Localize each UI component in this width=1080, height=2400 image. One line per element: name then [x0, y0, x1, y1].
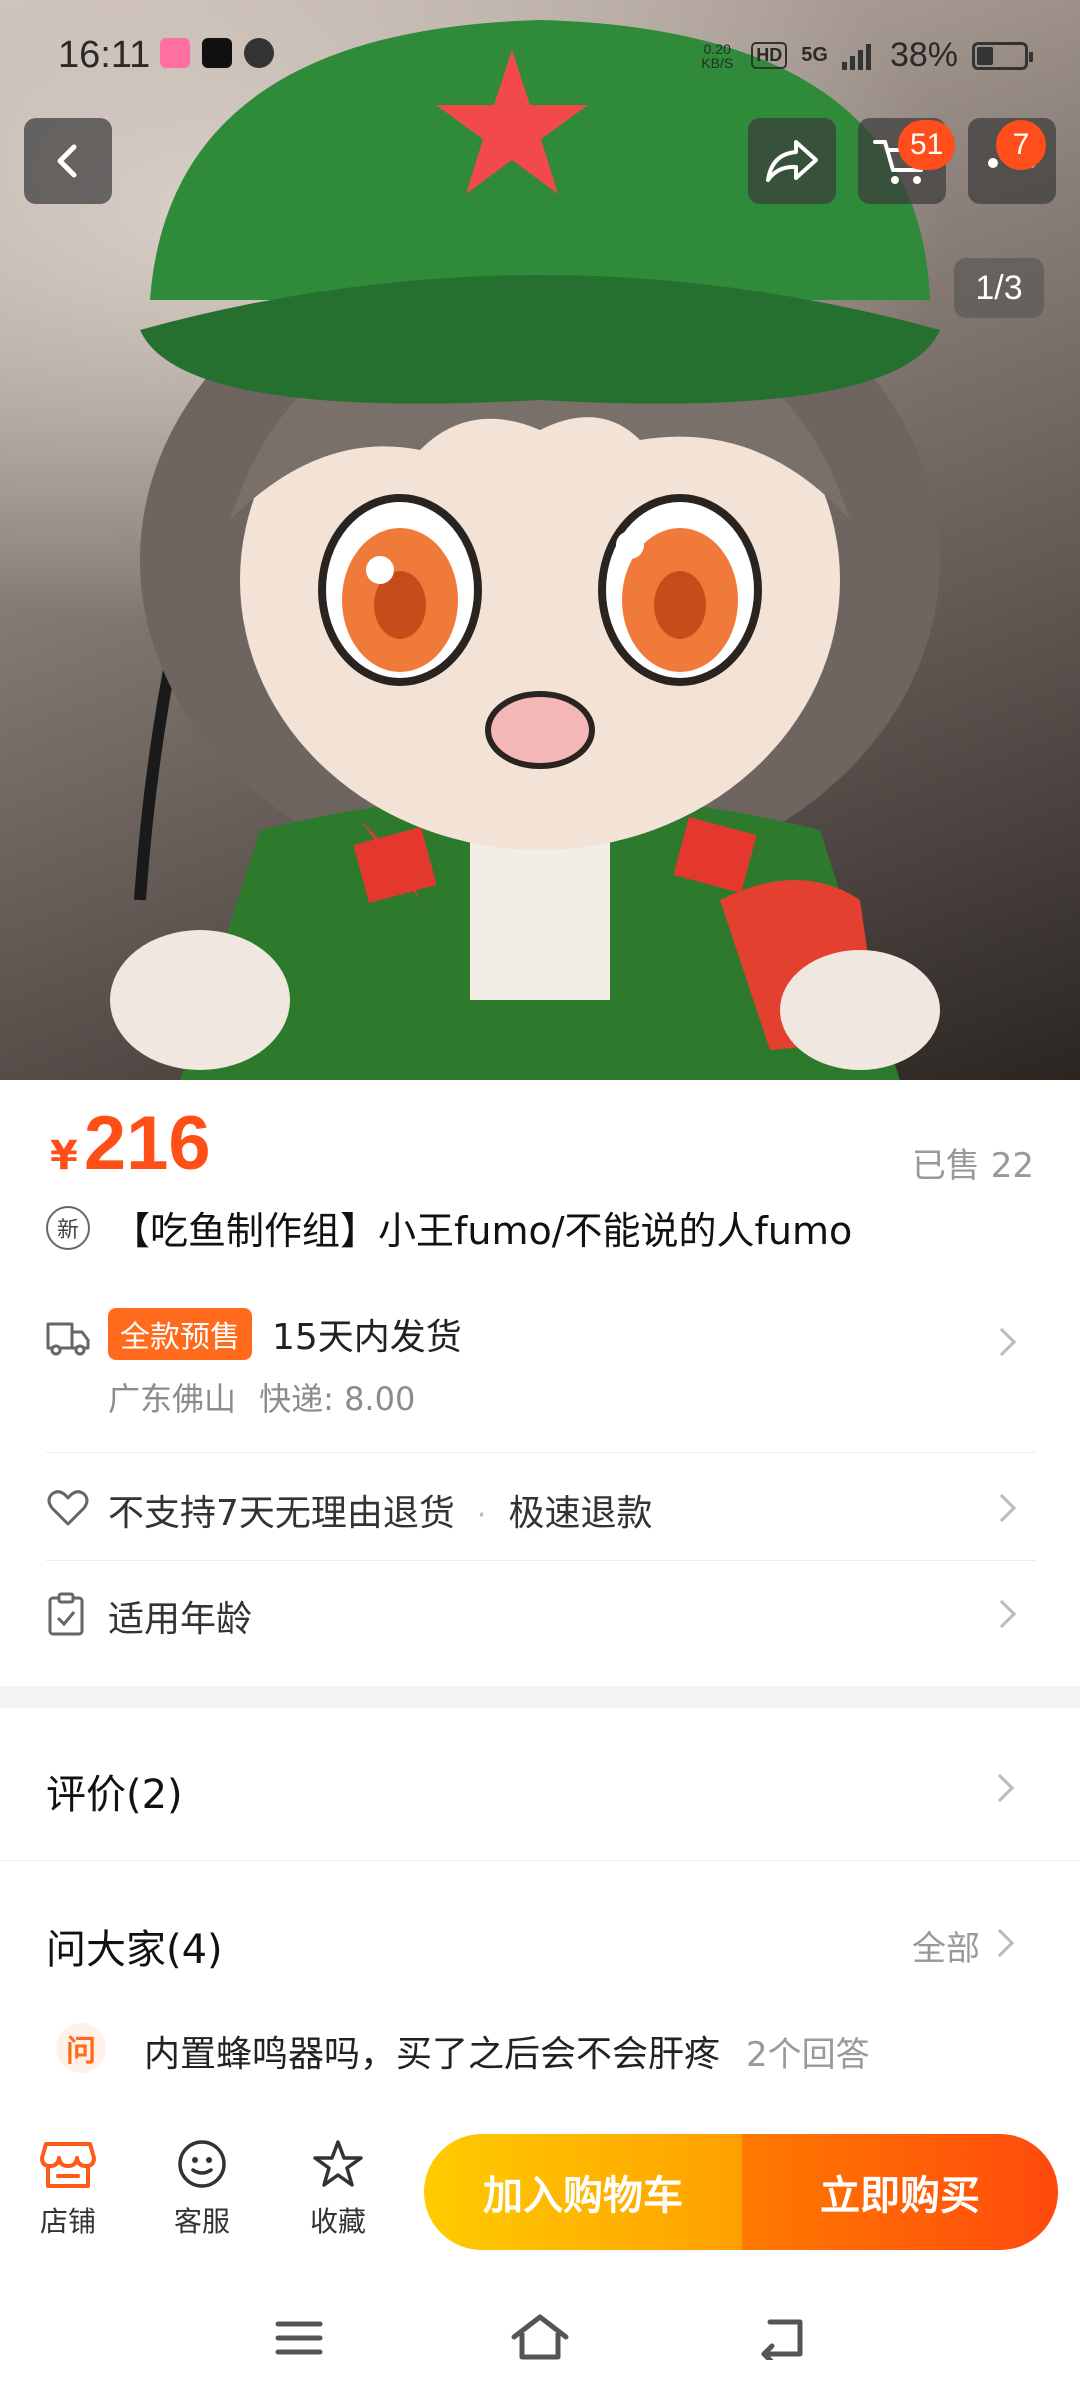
- qa-section: 问大家(4) 全部 问 内置蜂鸣器吗，买了之后会不会肝疼 2个回答: [0, 1861, 1080, 2108]
- reviews-section[interactable]: 评价(2): [0, 1708, 1080, 1860]
- notification-icons: [160, 38, 274, 68]
- lofter-app-icon: [160, 38, 190, 68]
- share-button[interactable]: [748, 118, 836, 204]
- product-title: 【吃鱼制作组】小王fumo/不能说的人fumo: [112, 1209, 853, 1253]
- image-pager: 1/3: [954, 258, 1044, 318]
- sold-count: 已售 22: [911, 1146, 1034, 1186]
- customer-service-button[interactable]: 客服: [152, 2138, 252, 2240]
- age-label: 适用年龄: [108, 1599, 253, 1640]
- signal-icon: [841, 43, 871, 70]
- shipping-main: 全款预售 15天内发货: [108, 1308, 462, 1360]
- ship-origin: 广东佛山: [108, 1380, 237, 1418]
- chevron-right-icon: [987, 1327, 1017, 1357]
- fast-refund: 极速退款: [508, 1493, 653, 1534]
- currency-symbol: ¥: [50, 1133, 78, 1179]
- section-gap: [0, 1686, 1080, 1708]
- bottom-action-bar: 店铺 客服 收藏 加入购物车 立即购买: [0, 2108, 1080, 2278]
- presale-tag: 全款预售: [108, 1308, 252, 1360]
- net-speed: 0.20 KB/S: [697, 42, 737, 70]
- clipboard-icon: [48, 1592, 84, 1636]
- message-count-badge: 7: [996, 120, 1046, 170]
- shipping-row[interactable]: 全款预售 15天内发货 广东佛山 快递: 8.00: [46, 1304, 1036, 1444]
- qa-item[interactable]: 内置蜂鸣器吗，买了之后会不会肝疼 2个回答: [144, 2025, 870, 2077]
- smiley-chat-icon: [178, 2140, 226, 2188]
- price: ¥ 216: [50, 1100, 211, 1187]
- status-bar: 16:11 0.20 KB/S HD 5G 38%: [0, 0, 1080, 120]
- status-time: 16:11: [58, 34, 151, 76]
- buy-now-button[interactable]: 立即购买: [742, 2134, 1058, 2250]
- network-type: 5G: [801, 44, 828, 66]
- star-icon: [313, 2140, 363, 2187]
- menu-nav-button[interactable]: [264, 2308, 334, 2368]
- back-arrow-icon: [761, 2319, 803, 2360]
- back-button[interactable]: [24, 118, 112, 204]
- truck-icon: [46, 1322, 90, 1356]
- returns-text: 不支持7天无理由退货 · 极速退款: [108, 1484, 652, 1536]
- qa-all-link[interactable]: 全部: [912, 1921, 980, 1970]
- price-value: 216: [83, 1101, 211, 1186]
- qa-question: 内置蜂鸣器吗，买了之后会不会肝疼: [144, 2034, 721, 2075]
- chevron-right-icon: [987, 1493, 1017, 1523]
- tiktok-app-icon: [202, 38, 232, 68]
- divider: [46, 1560, 1036, 1561]
- battery-icon: [972, 41, 1033, 70]
- hd-icon: HD: [751, 42, 788, 69]
- express-fee: 快递: 8.00: [259, 1380, 416, 1418]
- qa-answer-count: 2个回答: [746, 2035, 870, 2075]
- shop-label: 店铺: [39, 2205, 96, 2238]
- returns-row[interactable]: 不支持7天无理由退货 · 极速退款: [46, 1458, 1036, 1558]
- wechat-app-icon: [244, 38, 274, 68]
- share-icon: [766, 140, 818, 182]
- service-label: 客服: [173, 2205, 230, 2238]
- menu-icon: [275, 2321, 323, 2355]
- favorite-label: 收藏: [309, 2205, 366, 2238]
- store-icon: [40, 2142, 96, 2188]
- net-speed-unit: KB/S: [701, 54, 734, 71]
- back-nav-button[interactable]: [746, 2308, 816, 2368]
- product-image[interactable]: 16:11 0.20 KB/S HD 5G 38% 51 7 1/3: [0, 0, 1080, 1080]
- shipping-sub: 广东佛山 快递: 8.00: [108, 1374, 415, 1420]
- chevron-right-icon: [985, 1773, 1015, 1803]
- shop-button[interactable]: 店铺: [18, 2138, 118, 2240]
- chevron-left-icon: [57, 144, 77, 178]
- system-nav-bar: [0, 2278, 1080, 2400]
- title-row: 新 【吃鱼制作组】小王fumo/不能说的人fumo: [46, 1200, 852, 1255]
- battery-percent: 38%: [889, 36, 958, 74]
- add-to-cart-button[interactable]: 加入购物车: [424, 2134, 742, 2250]
- heart-icon: [47, 1490, 89, 1526]
- question-badge: 问: [56, 2023, 106, 2073]
- qa-title: 问大家(4): [46, 1927, 223, 1973]
- reviews-title: 评价(2): [46, 1772, 183, 1818]
- return-policy: 不支持7天无理由退货: [108, 1493, 455, 1534]
- separator-dot: ·: [476, 1498, 487, 1533]
- chevron-right-icon: [985, 1928, 1015, 1958]
- status-right: 0.20 KB/S HD 5G 38%: [697, 36, 1033, 75]
- home-icon: [511, 2314, 569, 2360]
- ship-time: 15天内发货: [272, 1317, 462, 1358]
- new-condition-icon: 新: [46, 1205, 90, 1250]
- product-info: ¥ 216 已售 22 新 【吃鱼制作组】小王fumo/不能说的人fumo 全款…: [0, 1080, 1080, 1686]
- cart-count-badge: 51: [898, 120, 956, 170]
- favorite-button[interactable]: 收藏: [288, 2138, 388, 2240]
- age-row[interactable]: 适用年龄: [46, 1564, 1036, 1664]
- chevron-right-icon: [987, 1599, 1017, 1629]
- divider: [46, 1452, 1036, 1453]
- home-nav-button[interactable]: [505, 2308, 575, 2368]
